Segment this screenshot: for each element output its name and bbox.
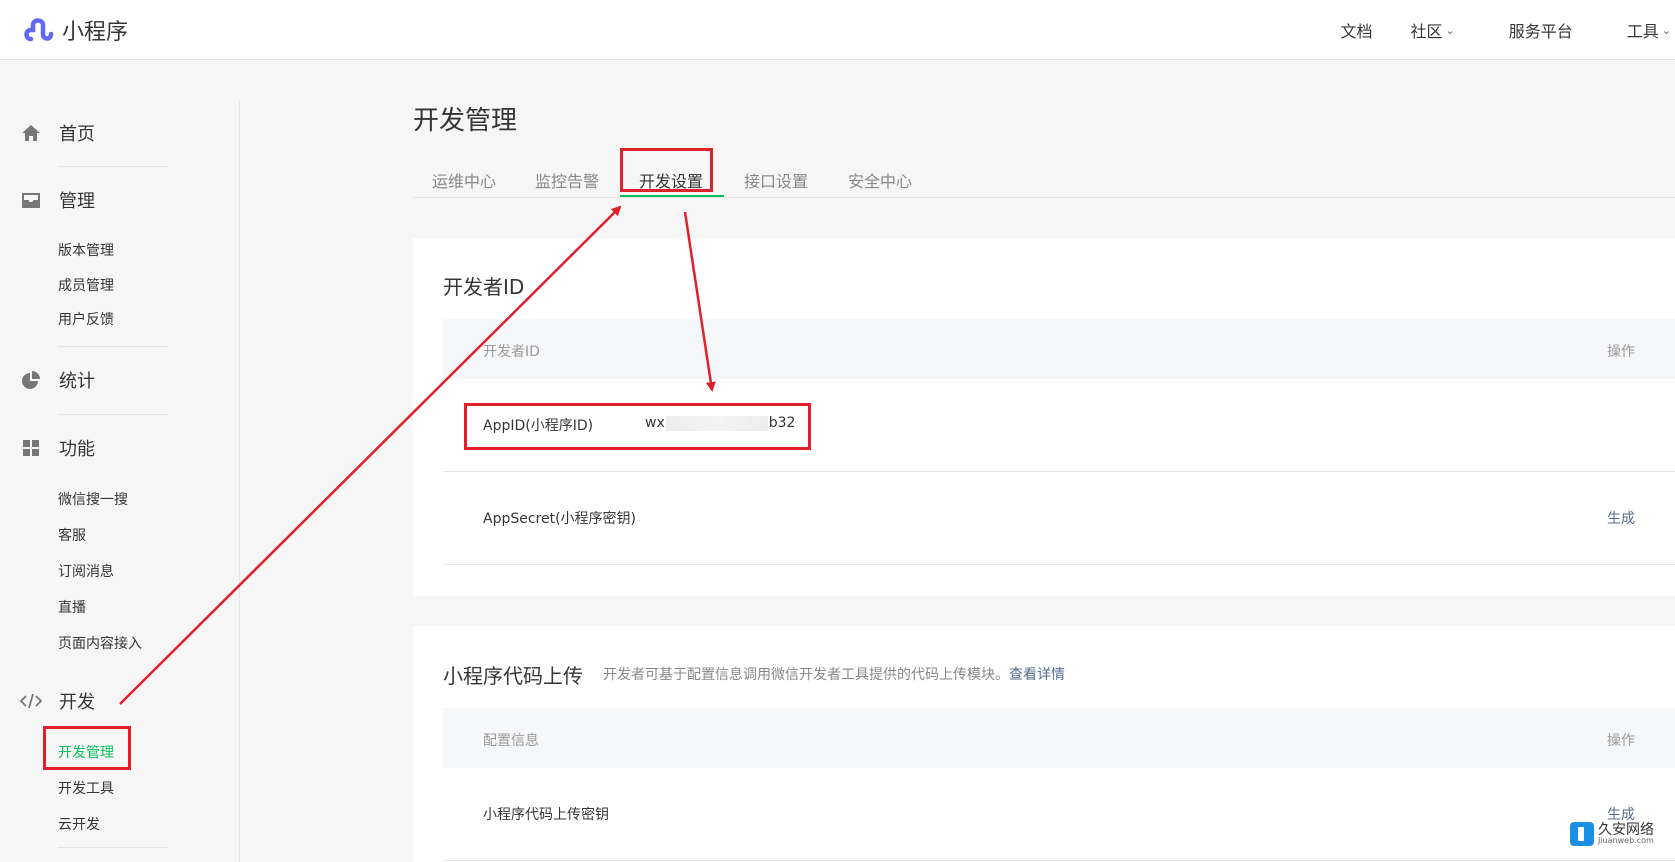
watermark-text: 久安网络 Jiuanweb.com bbox=[1598, 823, 1654, 845]
watermark-icon bbox=[1570, 822, 1594, 846]
watermark-logo: 久安网络 Jiuanweb.com bbox=[1570, 822, 1654, 846]
watermark-name: 久安网络 bbox=[1598, 822, 1654, 838]
arrow-to-dev-settings-tab bbox=[119, 205, 622, 705]
annotation-arrows bbox=[119, 205, 716, 705]
arrow-to-appid-row bbox=[683, 211, 716, 392]
watermark-domain: Jiuanweb.com bbox=[1598, 836, 1654, 845]
